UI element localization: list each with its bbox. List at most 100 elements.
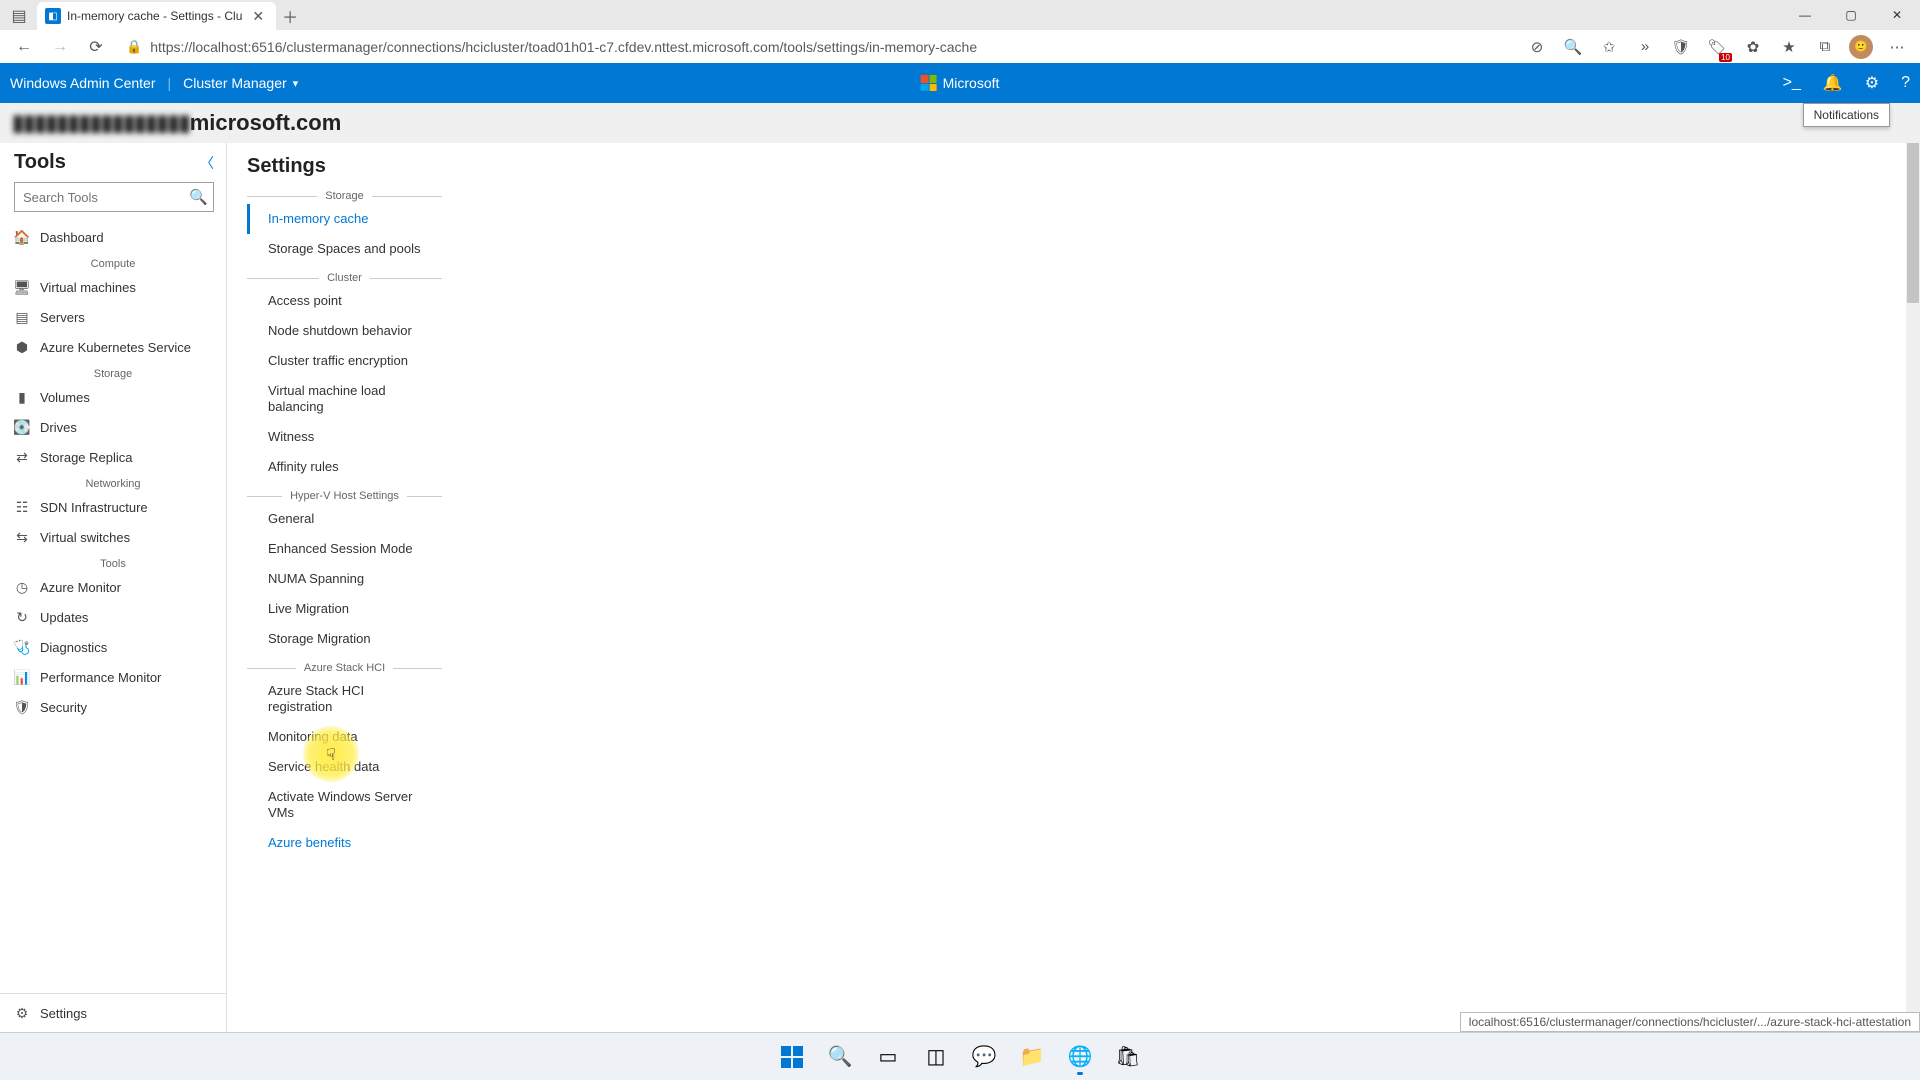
tool-label: Azure Monitor — [40, 580, 121, 595]
scrollbar-thumb[interactable] — [1907, 143, 1919, 303]
url-text: https://localhost:6516/clustermanager/co… — [150, 39, 977, 55]
settings-affinity-rules[interactable]: Affinity rules — [247, 452, 442, 482]
tool-label: SDN Infrastructure — [40, 500, 148, 515]
task-view-icon[interactable]: ▭ — [868, 1037, 908, 1077]
settings-enhanced-session[interactable]: Enhanced Session Mode — [247, 534, 442, 564]
widgets-icon[interactable]: ◫ — [916, 1037, 956, 1077]
tool-sdn[interactable]: ☷ SDN Infrastructure — [0, 492, 226, 522]
settings-activate-ws-vms[interactable]: Activate Windows Server VMs — [247, 782, 442, 828]
start-button[interactable] — [772, 1037, 812, 1077]
search-in-page-icon[interactable]: ⊘ — [1522, 32, 1552, 62]
notifications-tooltip: Notifications — [1803, 103, 1890, 127]
settings-general[interactable]: General — [247, 504, 442, 534]
search-tools-input[interactable] — [14, 182, 214, 212]
maximize-button[interactable]: ▢ — [1828, 0, 1874, 30]
workspace: Tools 〈 🔍 🏠Dashboard Compute 🖥Virtual ma… — [0, 143, 1920, 1032]
back-button[interactable]: ← — [8, 32, 40, 62]
zoom-icon[interactable]: 🔍 — [1558, 32, 1588, 62]
scrollbar-track[interactable] — [1906, 143, 1920, 1032]
refresh-button[interactable]: ⟳ — [80, 32, 112, 62]
settings-section-cluster: Cluster — [319, 272, 370, 284]
adblock-icon[interactable]: 🛡 — [1666, 32, 1696, 62]
help-icon[interactable]: ? — [1901, 74, 1910, 92]
context-switcher[interactable]: Cluster Manager ▾ — [183, 75, 298, 91]
window-controls: ― ▢ ✕ — [1782, 0, 1920, 30]
server-icon: ▤ — [14, 309, 30, 325]
new-tab-button[interactable]: ＋ — [276, 2, 304, 30]
tool-virtual-switches[interactable]: ⇆Virtual switches — [0, 522, 226, 552]
updates-icon: ↻ — [14, 609, 30, 625]
gear-icon: ⚙ — [14, 1005, 30, 1021]
tool-updates[interactable]: ↻Updates — [0, 602, 226, 632]
status-bar-url: localhost:6516/clustermanager/connection… — [1460, 1012, 1920, 1032]
tool-label: Servers — [40, 310, 85, 325]
tool-volumes[interactable]: ▮Volumes — [0, 382, 226, 412]
settings-storage-migration[interactable]: Storage Migration — [247, 624, 442, 654]
tab-close-button[interactable]: ✕ — [248, 8, 268, 25]
forward-button[interactable]: → — [44, 32, 76, 62]
settings-node-shutdown[interactable]: Node shutdown behavior — [247, 316, 442, 346]
extensions-overflow-icon[interactable]: » — [1630, 32, 1660, 62]
tool-azure-monitor[interactable]: ◷Azure Monitor — [0, 572, 226, 602]
tool-label: Security — [40, 700, 87, 715]
search-icon[interactable]: 🔍 — [189, 188, 208, 206]
tool-performance-monitor[interactable]: 📊Performance Monitor — [0, 662, 226, 692]
close-window-button[interactable]: ✕ — [1874, 0, 1920, 30]
wac-home-link[interactable]: Windows Admin Center — [10, 75, 156, 91]
powershell-icon[interactable]: >_ — [1783, 74, 1801, 92]
address-bar: ← → ⟳ 🔒 https://localhost:6516/clusterma… — [0, 30, 1920, 63]
taskbar-search-icon[interactable]: 🔍 — [820, 1037, 860, 1077]
profile-avatar[interactable]: 🙂 — [1846, 32, 1876, 62]
shopping-icon[interactable]: 🏷10 — [1702, 32, 1732, 62]
extension-icon[interactable]: ✿ — [1738, 32, 1768, 62]
more-menu-icon[interactable]: ⋯ — [1882, 32, 1912, 62]
tab-actions-icon[interactable]: ▤ — [5, 2, 33, 30]
tools-group-networking: Networking — [0, 472, 226, 492]
wac-top-bar: Windows Admin Center | Cluster Manager ▾… — [0, 63, 1920, 103]
notifications-icon[interactable]: 🔔 — [1823, 73, 1843, 93]
tool-diagnostics[interactable]: 🩺Diagnostics — [0, 632, 226, 662]
file-explorer-icon[interactable]: 📁 — [1012, 1037, 1052, 1077]
settings-section-hyperv: Hyper-V Host Settings — [282, 490, 407, 502]
settings-service-health[interactable]: Service health data — [247, 752, 442, 782]
sdn-icon: ☷ — [14, 499, 30, 515]
settings-in-memory-cache[interactable]: In-memory cache — [247, 204, 442, 234]
collapse-tools-icon[interactable]: 〈 — [200, 153, 214, 173]
settings-numa-spanning[interactable]: NUMA Spanning — [247, 564, 442, 594]
tool-aks[interactable]: ⬢Azure Kubernetes Service — [0, 332, 226, 362]
tool-security[interactable]: 🛡 Security — [0, 692, 226, 722]
tool-storage-replica[interactable]: ⇄Storage Replica — [0, 442, 226, 472]
settings-gear-icon[interactable]: ⚙ — [1865, 73, 1879, 93]
tool-dashboard[interactable]: 🏠Dashboard — [0, 222, 226, 252]
tools-group-tools: Tools — [0, 552, 226, 572]
settings-vm-load-balancing[interactable]: Virtual machine load balancing — [247, 376, 442, 422]
settings-live-migration[interactable]: Live Migration — [247, 594, 442, 624]
taskbar: 🔍 ▭ ◫ 💬 📁 🌐 🛍 — [0, 1032, 1920, 1080]
tool-servers[interactable]: ▤ Servers — [0, 302, 226, 332]
tools-group-storage: Storage — [0, 362, 226, 382]
edge-browser-icon[interactable]: 🌐 — [1060, 1037, 1100, 1077]
drives-icon: 💽 — [14, 419, 30, 435]
settings-storage-spaces[interactable]: Storage Spaces and pools — [247, 234, 442, 264]
url-field[interactable]: 🔒 https://localhost:6516/clustermanager/… — [116, 33, 987, 61]
tool-drives[interactable]: 💽Drives — [0, 412, 226, 442]
aks-icon: ⬢ — [14, 339, 30, 355]
favorites-bar-icon[interactable]: ★ — [1774, 32, 1804, 62]
chat-icon[interactable]: 💬 — [964, 1037, 1004, 1077]
tool-virtual-machines[interactable]: 🖥Virtual machines — [0, 272, 226, 302]
settings-pane: Settings Storage In-memory cache Storage… — [227, 143, 1920, 1032]
shield-icon: 🛡 — [14, 699, 30, 715]
favorite-icon[interactable]: ✩ — [1594, 32, 1624, 62]
settings-azure-benefits[interactable]: Azure benefits — [247, 828, 442, 858]
minimize-button[interactable]: ― — [1782, 0, 1828, 30]
settings-traffic-encryption[interactable]: Cluster traffic encryption — [247, 346, 442, 376]
microsoft-brand-text: Microsoft — [943, 75, 1000, 91]
settings-access-point[interactable]: Access point — [247, 286, 442, 316]
settings-witness[interactable]: Witness — [247, 422, 442, 452]
settings-ashci-registration[interactable]: Azure Stack HCI registration — [247, 676, 442, 722]
settings-monitoring-data[interactable]: Monitoring data — [247, 722, 442, 752]
tool-settings[interactable]: ⚙Settings — [0, 994, 226, 1032]
browser-tab[interactable]: ◧ In-memory cache - Settings - Clu ✕ — [37, 2, 276, 30]
store-icon[interactable]: 🛍 — [1108, 1037, 1148, 1077]
collections-icon[interactable]: ⧉ — [1810, 32, 1840, 62]
